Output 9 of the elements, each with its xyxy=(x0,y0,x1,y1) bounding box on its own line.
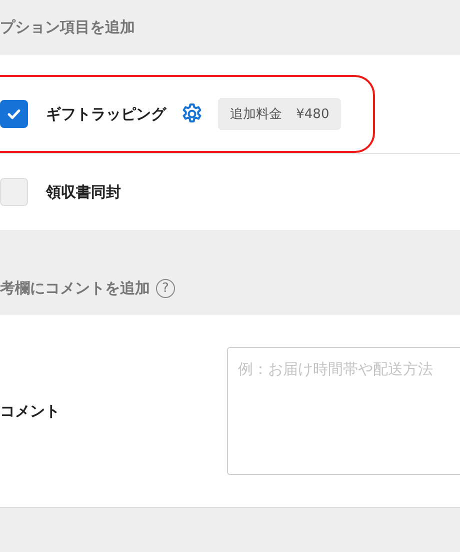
option-label: 領収書同封 xyxy=(46,182,121,202)
help-icon[interactable]: ? xyxy=(156,279,175,298)
section-title: プション項目を追加 xyxy=(0,18,135,37)
option-label: ギフトラッピング xyxy=(46,104,166,124)
checkbox[interactable] xyxy=(0,100,28,128)
section-title: 考欄にコメントを追加 xyxy=(0,279,150,298)
comment-field[interactable]: 例：お届け時間帯や配送方法 xyxy=(227,347,460,475)
fee-badge: 追加料金 ¥480 xyxy=(218,98,342,130)
field-label: コメント xyxy=(0,402,60,420)
